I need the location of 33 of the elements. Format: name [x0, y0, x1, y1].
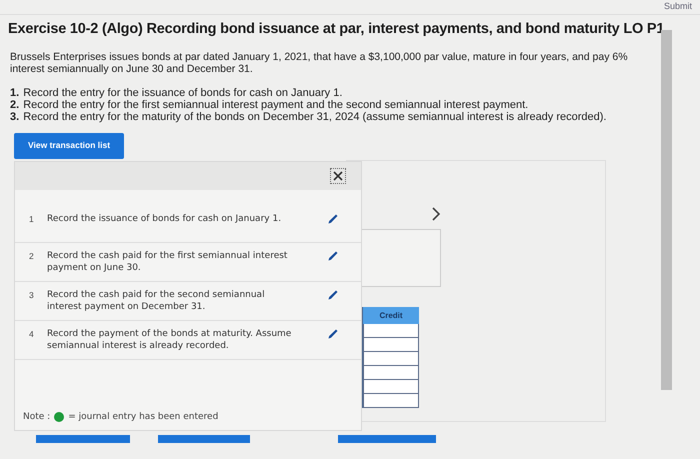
close-icon[interactable]	[331, 169, 345, 183]
task-text: Record the entry for the first semiannual interest payment and the second semiannual interest payment.	[23, 99, 528, 111]
transaction-number: 1	[29, 213, 35, 224]
column-header: Credit	[363, 307, 419, 324]
submit-link[interactable]: Submit	[664, 1, 692, 14]
task-number: 2.	[10, 99, 20, 111]
transaction-number: 2	[29, 250, 35, 261]
pencil-icon[interactable]	[327, 289, 339, 301]
credit-input[interactable]	[363, 338, 419, 352]
transaction-text[interactable]: Record the payment of the bonds at maturity. Assume semiannual interest is already recorded.	[47, 328, 297, 352]
task-number: 1.	[10, 87, 20, 99]
view-transaction-list-button[interactable]: View transaction list	[14, 133, 124, 159]
problem-text: Brussels Enterprises issues bonds at par dated January 1, 2021, that have a $3,100,000 par value, mature in four years, and pay 6% interest semiannually on June 30 and December 31.	[10, 51, 629, 75]
transaction-number: 4	[29, 328, 35, 339]
transaction-text[interactable]: Record the cash paid for the second semiannual interest payment on December 31.	[47, 289, 297, 313]
credit-input[interactable]	[363, 380, 419, 394]
credit-input[interactable]	[363, 352, 419, 366]
credit-input[interactable]	[363, 324, 419, 338]
transaction-number: 3	[29, 289, 35, 300]
pencil-icon[interactable]	[327, 328, 339, 340]
task-text: Record the entry for the issuance of bonds for cash on January 1.	[23, 87, 342, 99]
pencil-icon[interactable]	[327, 213, 339, 225]
note-label: Note :	[23, 412, 50, 422]
pencil-icon[interactable]	[327, 250, 339, 262]
transaction-text[interactable]: Record the cash paid for the first semiannual interest payment on June 30.	[47, 250, 297, 274]
note-text: = journal entry has been entered	[68, 412, 218, 422]
chevron-right-icon[interactable]	[431, 207, 441, 221]
scrollbar[interactable]	[661, 30, 672, 390]
transaction-text[interactable]: Record the issuance of bonds for cash on January 1.	[47, 213, 297, 225]
task-number: 3.	[10, 111, 20, 123]
task-text: Record the entry for the maturity of the bonds on December 31, 2024 (assume semiannual interest is already recorded).	[23, 111, 606, 123]
credit-input[interactable]	[363, 366, 419, 380]
credit-input[interactable]	[363, 394, 419, 408]
